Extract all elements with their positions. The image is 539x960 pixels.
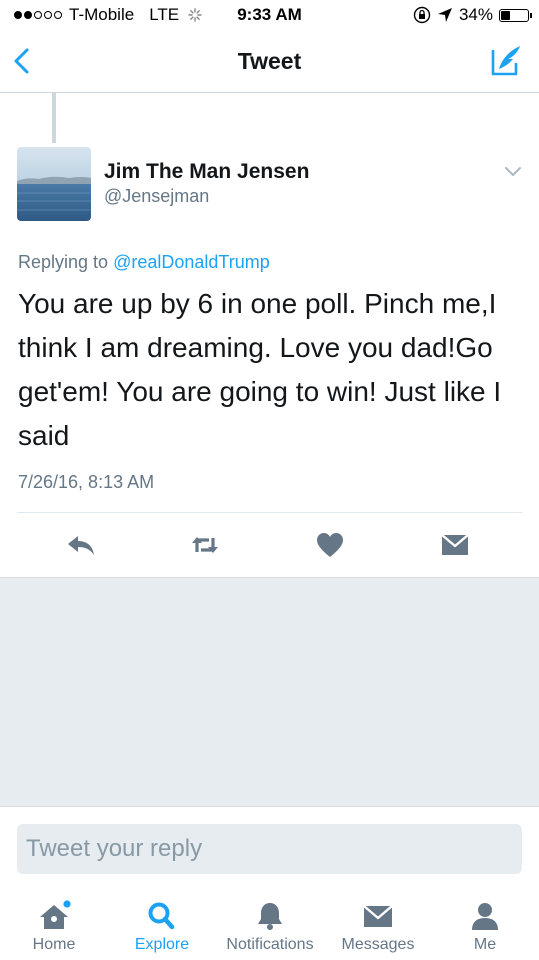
tab-label: Home xyxy=(32,936,76,953)
author-handle[interactable]: @Jensejman xyxy=(104,186,209,207)
search-icon xyxy=(148,902,175,930)
reply-input[interactable]: Tweet your reply xyxy=(17,824,522,874)
tweet-text: You are up by 6 in one poll. Pinch me,I … xyxy=(18,288,502,451)
retweet-icon[interactable] xyxy=(189,529,221,561)
envelope-icon xyxy=(363,905,393,927)
tab-bar: Home Explore Notifications Messages Me xyxy=(0,888,539,960)
replying-prefix: Replying to xyxy=(18,252,109,272)
tab-label: Notifications xyxy=(226,936,314,953)
home-icon xyxy=(40,900,71,929)
reply-mention-link[interactable]: @realDonaldTrump xyxy=(113,252,270,272)
person-icon xyxy=(472,903,498,930)
battery-icon xyxy=(499,8,532,22)
tab-messages[interactable]: Messages xyxy=(324,888,432,960)
page-title: Tweet xyxy=(237,48,302,74)
tab-home[interactable]: Home xyxy=(0,888,108,960)
tab-label: Explore xyxy=(134,936,190,953)
bell-icon xyxy=(258,903,282,930)
author-name[interactable]: Jim The Man Jensen xyxy=(104,160,309,184)
avatar[interactable] xyxy=(17,147,91,221)
tab-notifications[interactable]: Notifications xyxy=(216,888,324,960)
direct-message-icon[interactable] xyxy=(439,529,471,561)
location-arrow-icon xyxy=(437,8,452,22)
navigation-bar: Tweet xyxy=(0,32,539,93)
reply-icon[interactable] xyxy=(65,529,97,561)
tab-label: Me xyxy=(473,936,497,953)
tab-me[interactable]: Me xyxy=(431,888,539,960)
status-right: 34% xyxy=(413,5,532,25)
like-icon[interactable] xyxy=(314,529,346,561)
chevron-down-icon[interactable] xyxy=(503,165,523,179)
tab-label: Messages xyxy=(341,936,415,953)
tweet-actions xyxy=(17,512,522,577)
compose-tweet-icon[interactable] xyxy=(489,42,525,78)
battery-percent: 34% xyxy=(458,5,493,24)
empty-replies-area xyxy=(0,577,539,806)
tab-explore[interactable]: Explore xyxy=(108,888,216,960)
thread-connector-line xyxy=(52,93,56,143)
reply-composer: Tweet your reply xyxy=(0,806,539,889)
replying-to: Replying to @realDonaldTrump xyxy=(18,252,270,273)
orientation-lock-icon xyxy=(413,6,431,24)
status-bar: T-Mobile LTE 9:33 AM 34% xyxy=(0,0,539,32)
tweet-timestamp: 7/26/16, 8:13 AM xyxy=(18,472,155,492)
